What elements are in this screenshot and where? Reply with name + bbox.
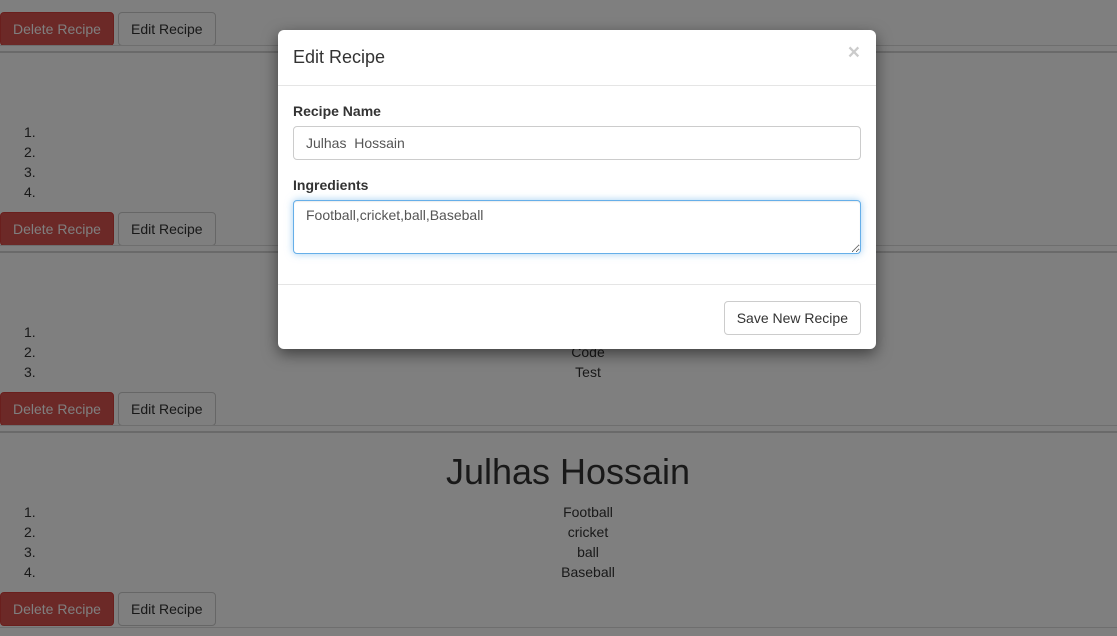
recipe-page: Delete Recipe Edit Recipe 1. 2. 3. 4. De… bbox=[0, 0, 1117, 636]
edit-recipe-modal: Edit Recipe × Recipe Name Ingredients Fo… bbox=[278, 30, 876, 349]
save-new-recipe-button[interactable]: Save New Recipe bbox=[723, 301, 861, 335]
modal-title: Edit Recipe bbox=[293, 47, 386, 67]
modal-footer: Save New Recipe bbox=[278, 284, 876, 349]
recipe-name-input[interactable] bbox=[293, 126, 861, 160]
ingredients-label: Ingredients bbox=[293, 177, 369, 193]
ingredients-textarea[interactable]: Football,cricket,ball,Baseball bbox=[293, 200, 861, 254]
close-icon[interactable]: × bbox=[848, 42, 860, 63]
recipe-name-label: Recipe Name bbox=[293, 103, 381, 119]
modal-header: Edit Recipe × bbox=[278, 30, 876, 86]
